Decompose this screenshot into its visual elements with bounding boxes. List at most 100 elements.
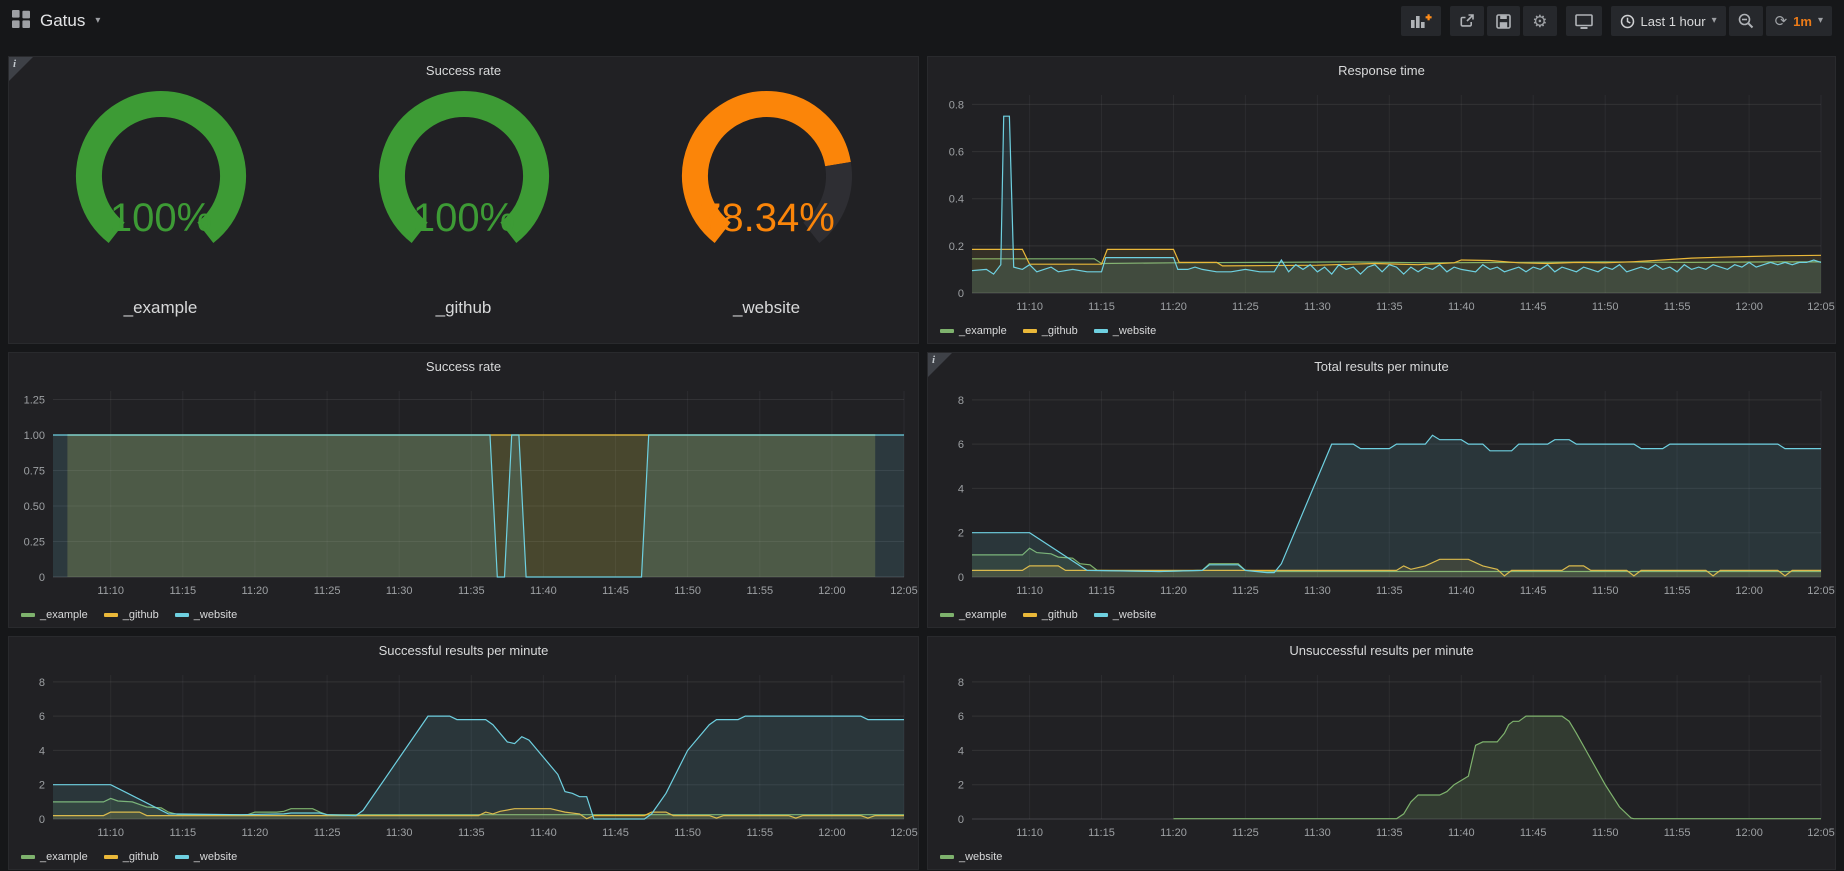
x-tick-label: 11:55 — [746, 827, 773, 839]
legend-item-_example[interactable]: _example — [21, 609, 88, 621]
legend-swatch-icon — [1094, 613, 1108, 617]
panel-title[interactable]: Successful results per minute — [9, 637, 918, 665]
refresh-picker[interactable]: ⟳ 1m ▾ — [1766, 6, 1832, 36]
chevron-down-icon[interactable]: ▾ — [95, 16, 100, 26]
time-range-picker[interactable]: Last 1 hour ▾ — [1611, 6, 1726, 36]
y-tick-label: 0.6 — [949, 147, 964, 159]
gear-icon: ⚙ — [1532, 13, 1547, 30]
tv-icon — [1575, 14, 1593, 29]
x-tick-label: 11:15 — [1088, 585, 1115, 597]
legend-item-_website[interactable]: _website — [1094, 609, 1156, 621]
legend-item-_website[interactable]: _website — [1094, 325, 1156, 337]
legend-item-_example[interactable]: _example — [940, 609, 1007, 621]
y-tick-label: 6 — [958, 439, 964, 451]
panel-title[interactable]: Success rate — [9, 353, 918, 381]
tv-mode-button[interactable] — [1566, 6, 1602, 36]
zoom-out-button[interactable] — [1729, 6, 1763, 36]
legend-swatch-icon — [104, 613, 118, 617]
x-tick-label: 11:20 — [1160, 585, 1187, 597]
x-tick-label: 11:50 — [1592, 585, 1619, 597]
zoom-out-icon — [1738, 13, 1754, 29]
y-tick-label: 0 — [958, 572, 964, 584]
x-tick-label: 11:25 — [1232, 827, 1259, 839]
x-tick-label: 11:25 — [1232, 585, 1259, 597]
series-fill-_website — [1174, 716, 1822, 819]
legend-swatch-icon — [104, 855, 118, 859]
legend-swatch-icon — [175, 855, 189, 859]
gauge-label: _github — [312, 298, 615, 318]
x-tick-label: 11:10 — [97, 827, 124, 839]
legend-swatch-icon — [940, 855, 954, 859]
legend-item-_website[interactable]: _website — [940, 851, 1002, 863]
legend-item-_website[interactable]: _website — [175, 609, 237, 621]
legend-label: _website — [1113, 325, 1156, 337]
legend-item-_website[interactable]: _website — [175, 851, 237, 863]
add-panel-button[interactable] — [1401, 6, 1441, 36]
series-fill-_website — [53, 435, 904, 577]
legend-label: _github — [123, 851, 159, 863]
chart-svg[interactable]: 0246811:1011:1511:2011:2511:3011:3511:40… — [928, 637, 1835, 869]
y-tick-label: 4 — [39, 745, 45, 757]
gauge-example[interactable]: 100% _example — [9, 85, 312, 318]
y-tick-label: 0.4 — [949, 194, 964, 206]
y-tick-label: 4 — [958, 483, 964, 495]
legend-item-_github[interactable]: _github — [1023, 609, 1078, 621]
legend-item-_github[interactable]: _github — [104, 609, 159, 621]
legend-swatch-icon — [940, 613, 954, 617]
share-button[interactable] — [1450, 6, 1484, 36]
legend-label: _example — [40, 851, 88, 863]
legend-item-_github[interactable]: _github — [1023, 325, 1078, 337]
legend-item-_github[interactable]: _github — [104, 851, 159, 863]
series-fill-_website — [53, 716, 904, 819]
add-panel-icon — [1410, 13, 1432, 29]
dashboard-title[interactable]: Gatus — [40, 11, 85, 31]
x-tick-label: 11:40 — [1448, 585, 1475, 597]
dashboard-grid-icon[interactable] — [12, 10, 30, 33]
chart-svg[interactable]: 0246811:1011:1511:2011:2511:3011:3511:40… — [9, 637, 918, 869]
legend-swatch-icon — [21, 613, 35, 617]
y-tick-label: 8 — [39, 677, 45, 689]
y-tick-label: 8 — [958, 395, 964, 407]
chart-response-time[interactable]: 00.20.40.60.811:1011:1511:2011:2511:3011… — [928, 57, 1835, 343]
panel-title[interactable]: Response time — [928, 57, 1835, 85]
chart-unsuccessful-results[interactable]: 0246811:1011:1511:2011:2511:3011:3511:40… — [928, 637, 1835, 869]
settings-button[interactable]: ⚙ — [1523, 6, 1556, 36]
gauge-github[interactable]: 100% _github — [312, 85, 615, 318]
chart-success-rate[interactable]: 00.250.500.751.001.2511:1011:1511:2011:2… — [9, 353, 918, 627]
x-tick-label: 12:00 — [1735, 301, 1763, 313]
x-tick-label: 11:10 — [1016, 827, 1043, 839]
gauge-label: _website — [615, 298, 918, 318]
x-tick-label: 12:05 — [890, 585, 918, 597]
panel-title[interactable]: Success rate — [9, 57, 918, 85]
x-tick-label: 12:05 — [890, 827, 918, 839]
x-tick-label: 11:20 — [242, 585, 269, 597]
chart-svg[interactable]: 00.20.40.60.811:1011:1511:2011:2511:3011… — [928, 57, 1835, 343]
x-tick-label: 11:10 — [1016, 585, 1043, 597]
save-button[interactable] — [1487, 6, 1520, 36]
gauge-website[interactable]: 78.34% _website — [615, 85, 918, 318]
chevron-down-icon: ▾ — [1818, 16, 1823, 26]
y-tick-label: 0 — [39, 572, 45, 584]
legend-item-_example[interactable]: _example — [21, 851, 88, 863]
info-icon[interactable]: i — [9, 57, 33, 81]
x-tick-label: 11:50 — [674, 827, 701, 839]
x-tick-label: 11:10 — [1016, 301, 1043, 313]
panel-successful-results: Successful results per minute 0246811:10… — [8, 636, 919, 870]
legend-label: _example — [40, 609, 88, 621]
legend-swatch-icon — [1023, 329, 1037, 333]
chart-successful-results[interactable]: 0246811:1011:1511:2011:2511:3011:3511:40… — [9, 637, 918, 869]
y-tick-label: 2 — [958, 780, 964, 792]
panel-unsuccessful-results: Unsuccessful results per minute 0246811:… — [927, 636, 1836, 870]
x-tick-label: 11:40 — [1448, 827, 1475, 839]
info-icon[interactable]: i — [928, 353, 952, 377]
x-tick-label: 11:10 — [97, 585, 124, 597]
x-tick-label: 11:20 — [1160, 827, 1187, 839]
chart-svg[interactable]: 0246811:1011:1511:2011:2511:3011:3511:40… — [928, 353, 1835, 627]
panel-total-results: i Total results per minute 0246811:1011:… — [927, 352, 1836, 628]
legend-item-_example[interactable]: _example — [940, 325, 1007, 337]
panel-title[interactable]: Total results per minute — [928, 353, 1835, 381]
panel-title[interactable]: Unsuccessful results per minute — [928, 637, 1835, 665]
refresh-icon: ⟳ — [1775, 14, 1788, 29]
chart-total-results[interactable]: 0246811:1011:1511:2011:2511:3011:3511:40… — [928, 353, 1835, 627]
chart-svg[interactable]: 00.250.500.751.001.2511:1011:1511:2011:2… — [9, 353, 918, 627]
